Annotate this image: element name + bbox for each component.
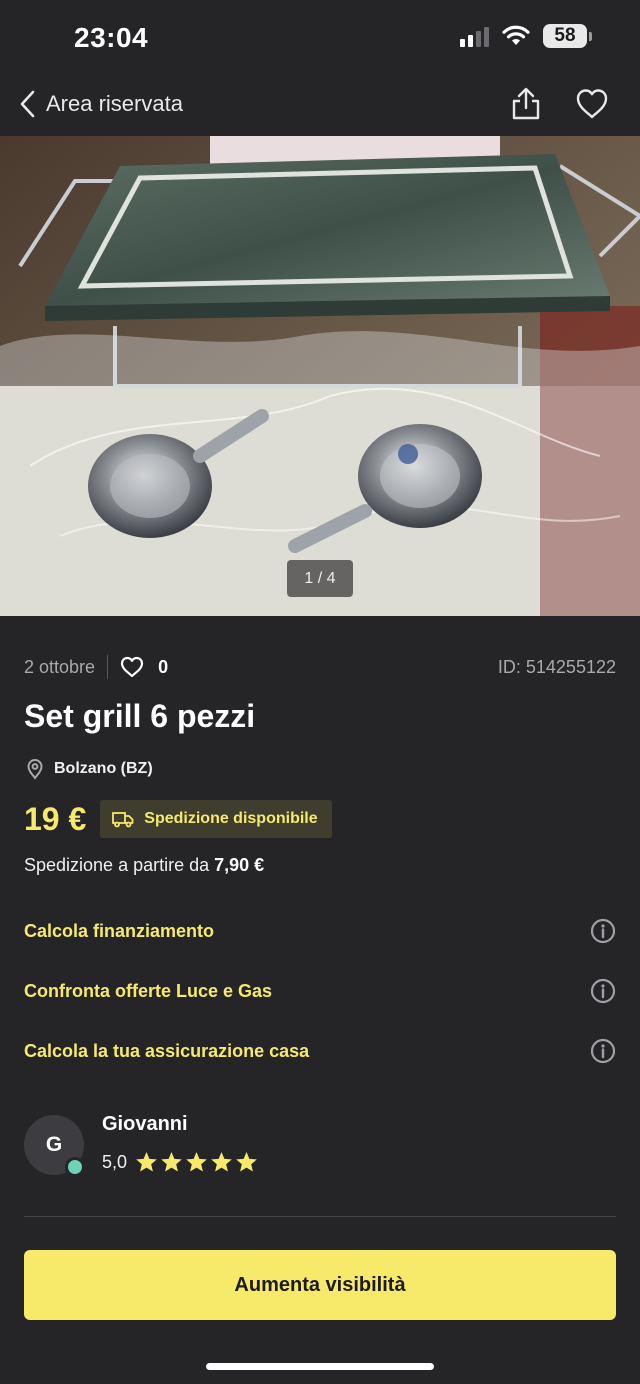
shipping-badge: Spedizione disponibile	[100, 800, 332, 838]
boost-visibility-button[interactable]: Aumenta visibilità	[24, 1250, 616, 1320]
nav-bar: Area riservata	[0, 76, 640, 134]
likes-count: 0	[158, 656, 169, 677]
signal-icon	[460, 25, 489, 47]
service-label: Confronta offerte Luce e Gas	[24, 980, 273, 1001]
heart-icon	[120, 656, 144, 678]
online-status-dot	[65, 1157, 85, 1177]
shipping-note-price: 7,90 €	[214, 855, 265, 875]
info-icon[interactable]	[590, 918, 616, 944]
service-label: Calcola finanziamento	[24, 920, 215, 941]
star-icon	[236, 1151, 257, 1172]
price: 19 €	[24, 800, 87, 837]
share-button[interactable]	[508, 86, 544, 122]
service-label: Calcola la tua assicurazione casa	[24, 1040, 310, 1061]
listing-date: 2 ottobre	[24, 656, 96, 677]
image-gallery[interactable]: 1 / 4	[0, 136, 640, 616]
home-indicator[interactable]	[206, 1363, 434, 1370]
back-button[interactable]: Area riservata	[18, 86, 183, 122]
seller-rating: 5,0	[102, 1151, 258, 1173]
rating-stars	[135, 1151, 258, 1173]
shipping-note-prefix: Spedizione a partire da	[24, 855, 215, 875]
favorite-button[interactable]	[574, 86, 610, 122]
seller-card[interactable]: G Giovanni 5,0	[24, 1113, 616, 1179]
product-photo	[0, 136, 640, 616]
service-link-energy[interactable]: Confronta offerte Luce e Gas	[24, 971, 616, 1011]
info-icon[interactable]	[590, 1038, 616, 1064]
price-row: 19 € Spedizione disponibile	[24, 800, 332, 838]
wifi-icon	[502, 25, 530, 45]
star-icon	[136, 1151, 157, 1172]
battery-level: 58	[543, 24, 587, 48]
listing-title: Set grill 6 pezzi	[24, 698, 256, 734]
star-icon	[161, 1151, 182, 1172]
delivery-truck-icon	[112, 812, 134, 828]
rating-value: 5,0	[102, 1151, 128, 1172]
service-link-insurance[interactable]: Calcola la tua assicurazione casa	[24, 1031, 616, 1071]
listing-id: ID: 514255122	[497, 656, 616, 677]
service-link-financing[interactable]: Calcola finanziamento	[24, 911, 616, 951]
shipping-note: Spedizione a partire da 7,90 €	[24, 855, 264, 876]
shipping-badge-label: Spedizione disponibile	[144, 810, 318, 827]
status-time: 23:04	[74, 22, 149, 53]
back-label: Area riservata	[46, 91, 183, 116]
listing-location: Bolzano (BZ)	[26, 758, 153, 780]
info-icon[interactable]	[590, 978, 616, 1004]
meta-divider	[107, 655, 109, 679]
battery-icon: 58	[543, 24, 592, 48]
image-counter: 1 / 4	[287, 560, 353, 597]
status-bar: 23:04 58	[0, 0, 640, 76]
section-divider	[24, 1216, 616, 1217]
listing-meta: 2 ottobre 0 ID: 514255122	[24, 652, 616, 682]
location-pin-icon	[27, 759, 43, 780]
share-icon	[512, 87, 540, 120]
likes-counter[interactable]: 0	[120, 656, 168, 678]
status-icons: 58	[460, 24, 592, 48]
heart-icon	[576, 89, 608, 119]
location-text: Bolzano (BZ)	[54, 760, 153, 777]
chevron-left-icon	[20, 90, 35, 118]
seller-name: Giovanni	[102, 1113, 188, 1135]
star-icon	[211, 1151, 232, 1172]
star-icon	[186, 1151, 207, 1172]
